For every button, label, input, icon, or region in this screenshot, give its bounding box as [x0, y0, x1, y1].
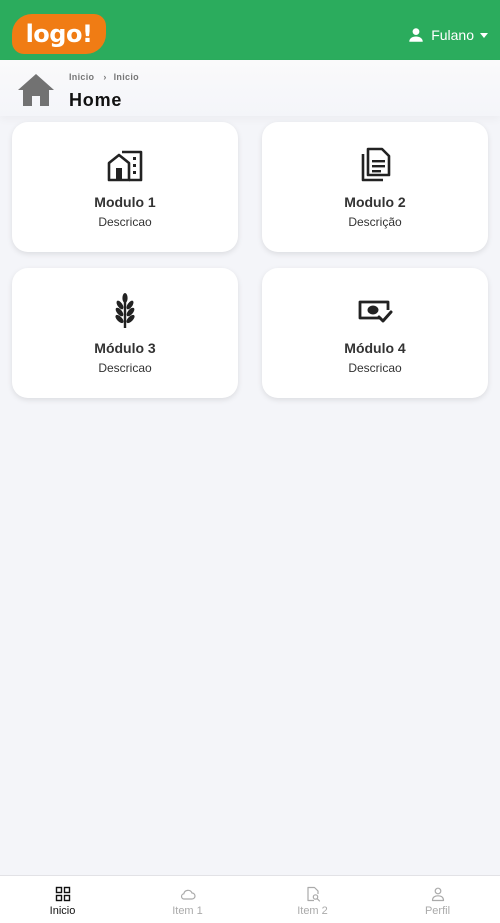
module-title: Modulo 1: [94, 194, 156, 210]
chevron-down-icon: [480, 32, 488, 38]
document-icon: [361, 147, 391, 182]
breadcrumb: Inicio › Inicio: [69, 72, 139, 82]
module-card-1[interactable]: Modulo 1 Descricao: [12, 122, 238, 252]
user-menu[interactable]: Fulano: [407, 24, 488, 46]
breadcrumb-item[interactable]: Inicio: [114, 72, 139, 82]
tab-label: Item 1: [172, 905, 203, 917]
tab-inicio[interactable]: Inicio: [0, 876, 125, 923]
tab-label: Perfil: [424, 905, 451, 917]
module-description: Descricao: [348, 361, 402, 375]
cloud-icon: [180, 889, 196, 900]
bottom-navigation: Inicio Item 1 Item 2 Perfil: [0, 875, 500, 923]
logo[interactable]: logo!: [12, 14, 106, 54]
grid-icon: [55, 886, 70, 902]
file-search-icon: [306, 886, 320, 902]
breadcrumb-separator-icon: ›: [103, 72, 107, 82]
module-description: Descricao: [98, 215, 152, 229]
top-bar: logo! Fulano: [0, 0, 500, 60]
page-title: Home: [69, 90, 123, 110]
wheat-icon: [115, 293, 135, 328]
person-icon: [431, 887, 444, 902]
tab-item-1[interactable]: Item 1: [125, 876, 250, 923]
module-title: Módulo 4: [344, 340, 406, 356]
module-card-4[interactable]: Módulo 4 Descricao: [262, 268, 488, 398]
tab-label: Inicio: [49, 905, 76, 917]
home-icon[interactable]: [16, 72, 56, 108]
module-description: Descricao: [98, 361, 152, 375]
tab-perfil[interactable]: Perfil: [375, 876, 500, 923]
module-card-3[interactable]: Módulo 3 Descricao: [12, 268, 238, 398]
module-description: Descrição: [348, 215, 402, 229]
module-title: Módulo 3: [94, 340, 156, 356]
user-icon: [409, 28, 423, 42]
breadcrumb-item[interactable]: Inicio: [69, 72, 94, 82]
module-title: Modulo 2: [344, 194, 406, 210]
user-name: Fulano: [431, 27, 474, 43]
tab-item-2[interactable]: Item 2: [250, 876, 375, 923]
tab-label: Item 2: [297, 905, 328, 917]
building-icon: [107, 150, 143, 182]
money-check-icon: [358, 300, 393, 323]
module-card-2[interactable]: Modulo 2 Descrição: [262, 122, 488, 252]
page-header: Inicio › Inicio Home: [0, 60, 500, 116]
